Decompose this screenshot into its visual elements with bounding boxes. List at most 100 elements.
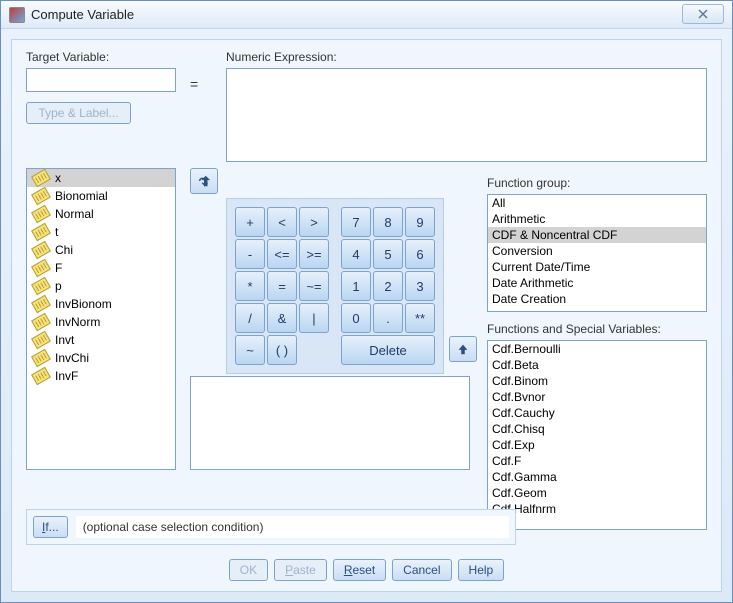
calc-button-[interactable]: ( ) xyxy=(267,335,297,365)
variable-item[interactable]: x xyxy=(27,169,175,187)
reset-button[interactable]: Reset xyxy=(333,559,386,581)
calc-button-3[interactable]: 3 xyxy=(405,271,435,301)
calc-button-[interactable]: | xyxy=(299,303,329,333)
type-and-label-button[interactable]: Type & Label... xyxy=(26,102,131,124)
variables-listbox[interactable]: x Bionomial Normal t Chi Fp InvBionom InvNorm In… xyxy=(26,168,176,470)
function-item[interactable]: Cdf.Binom xyxy=(488,373,706,389)
variable-item-label: Invt xyxy=(55,333,74,347)
numeric-expression-input[interactable] xyxy=(226,68,707,162)
variable-item[interactable]: Normal xyxy=(27,205,175,223)
scale-icon xyxy=(31,367,51,385)
calc-button-[interactable]: < xyxy=(267,207,297,237)
variable-item[interactable]: Invt xyxy=(27,331,175,349)
function-item[interactable]: Cdf.Halfnrm xyxy=(488,501,706,517)
scale-icon xyxy=(31,205,51,223)
function-description-box[interactable] xyxy=(190,376,470,470)
variable-item-label: p xyxy=(55,279,62,293)
variable-item-label: InvBionom xyxy=(55,297,112,311)
calc-button-[interactable]: = xyxy=(267,271,297,301)
function-group-item[interactable]: Arithmetic xyxy=(488,211,706,227)
function-item[interactable]: Cdf.F xyxy=(488,453,706,469)
variable-item[interactable]: Chi xyxy=(27,241,175,259)
scale-icon xyxy=(31,313,51,331)
variable-item-label: InvNorm xyxy=(55,315,100,329)
variable-item-label: Normal xyxy=(55,207,94,221)
move-to-expression-button[interactable] xyxy=(190,168,218,194)
function-group-item[interactable]: Current Date/Time xyxy=(488,259,706,275)
calc-button-[interactable]: <= xyxy=(267,239,297,269)
calc-button-5[interactable]: 5 xyxy=(373,239,403,269)
calc-button-[interactable]: ~ xyxy=(235,335,265,365)
scale-icon xyxy=(31,349,51,367)
function-item[interactable]: Cdf.Bvnor xyxy=(488,389,706,405)
function-group-item[interactable]: Date Creation xyxy=(488,291,706,307)
function-item[interactable]: Cdf.Beta xyxy=(488,357,706,373)
paste-button[interactable]: Paste xyxy=(274,559,327,581)
titlebar: Compute Variable xyxy=(1,1,732,29)
help-button[interactable]: Help xyxy=(458,559,505,581)
variable-item[interactable]: F xyxy=(27,259,175,277)
calc-button-[interactable]: - xyxy=(235,239,265,269)
calc-button-[interactable]: * xyxy=(235,271,265,301)
calc-button-9[interactable]: 9 xyxy=(405,207,435,237)
calc-button-[interactable]: / xyxy=(235,303,265,333)
calc-button-[interactable]: + xyxy=(235,207,265,237)
variable-item-label: InvChi xyxy=(55,351,89,365)
calc-button-[interactable]: > xyxy=(299,207,329,237)
variable-item[interactable]: InvChi xyxy=(27,349,175,367)
function-group-listbox[interactable]: AllArithmeticCDF & Noncentral CDFConvers… xyxy=(487,194,707,312)
cancel-button[interactable]: Cancel xyxy=(392,559,451,581)
numeric-expression-label: Numeric Expression: xyxy=(226,50,707,64)
function-item[interactable]: Cdf.Exp xyxy=(488,437,706,453)
compute-variable-dialog: Compute Variable Target Variable: Type &… xyxy=(0,0,733,603)
case-selection-description: (optional case selection condition) xyxy=(76,516,509,538)
function-group-item[interactable]: Date Arithmetic xyxy=(488,275,706,291)
calc-button-8[interactable]: 8 xyxy=(373,207,403,237)
variable-item[interactable]: InvNorm xyxy=(27,313,175,331)
calc-button-[interactable]: . xyxy=(373,303,403,333)
function-item[interactable]: Cdf.Gamma xyxy=(488,469,706,485)
calc-button-7[interactable]: 7 xyxy=(341,207,371,237)
function-group-item[interactable]: All xyxy=(488,195,706,211)
function-item[interactable]: Cdf.Geom xyxy=(488,485,706,501)
target-variable-label: Target Variable: xyxy=(26,50,176,64)
ok-button[interactable]: OK xyxy=(229,559,268,581)
variable-item[interactable]: t xyxy=(27,223,175,241)
variable-item[interactable]: InvBionom xyxy=(27,295,175,313)
calc-button-2[interactable]: 2 xyxy=(373,271,403,301)
variable-item[interactable]: InvF xyxy=(27,367,175,385)
function-item[interactable]: Cdf.Cauchy xyxy=(488,405,706,421)
app-icon xyxy=(9,7,25,23)
calc-button-6[interactable]: 6 xyxy=(405,239,435,269)
insert-function-button[interactable] xyxy=(449,336,477,362)
scale-icon xyxy=(31,331,51,349)
calc-button-[interactable]: ~= xyxy=(299,271,329,301)
variable-item-label: x xyxy=(55,171,61,185)
function-group-item[interactable]: Conversion xyxy=(488,243,706,259)
variable-item[interactable]: p xyxy=(27,277,175,295)
calc-button-[interactable]: ** xyxy=(405,303,435,333)
calc-button-0[interactable]: 0 xyxy=(341,303,371,333)
variable-item-label: t xyxy=(55,225,58,239)
function-group-item[interactable]: CDF & Noncentral CDF xyxy=(488,227,706,243)
window-title: Compute Variable xyxy=(31,7,134,22)
function-item[interactable]: Cdf.Chisq xyxy=(488,421,706,437)
function-group-label: Function group: xyxy=(487,176,707,190)
variable-item-label: InvF xyxy=(55,369,78,383)
scale-icon xyxy=(31,169,51,187)
calc-button-4[interactable]: 4 xyxy=(341,239,371,269)
scale-icon xyxy=(31,295,51,313)
calc-button-[interactable]: & xyxy=(267,303,297,333)
equals-sign: = xyxy=(190,76,198,92)
if-button[interactable]: If... xyxy=(33,516,68,538)
calc-delete-button[interactable]: Delete xyxy=(341,335,435,365)
close-button[interactable] xyxy=(682,4,724,24)
function-item[interactable]: Cdf.Bernoulli xyxy=(488,341,706,357)
variable-item[interactable]: Bionomial xyxy=(27,187,175,205)
variable-item-label: Chi xyxy=(55,243,73,257)
functions-listbox[interactable]: Cdf.BernoulliCdf.BetaCdf.BinomCdf.BvnorC… xyxy=(487,340,707,530)
target-variable-input[interactable] xyxy=(26,68,176,92)
scale-icon xyxy=(31,223,51,241)
calc-button-[interactable]: >= xyxy=(299,239,329,269)
calc-button-1[interactable]: 1 xyxy=(341,271,371,301)
